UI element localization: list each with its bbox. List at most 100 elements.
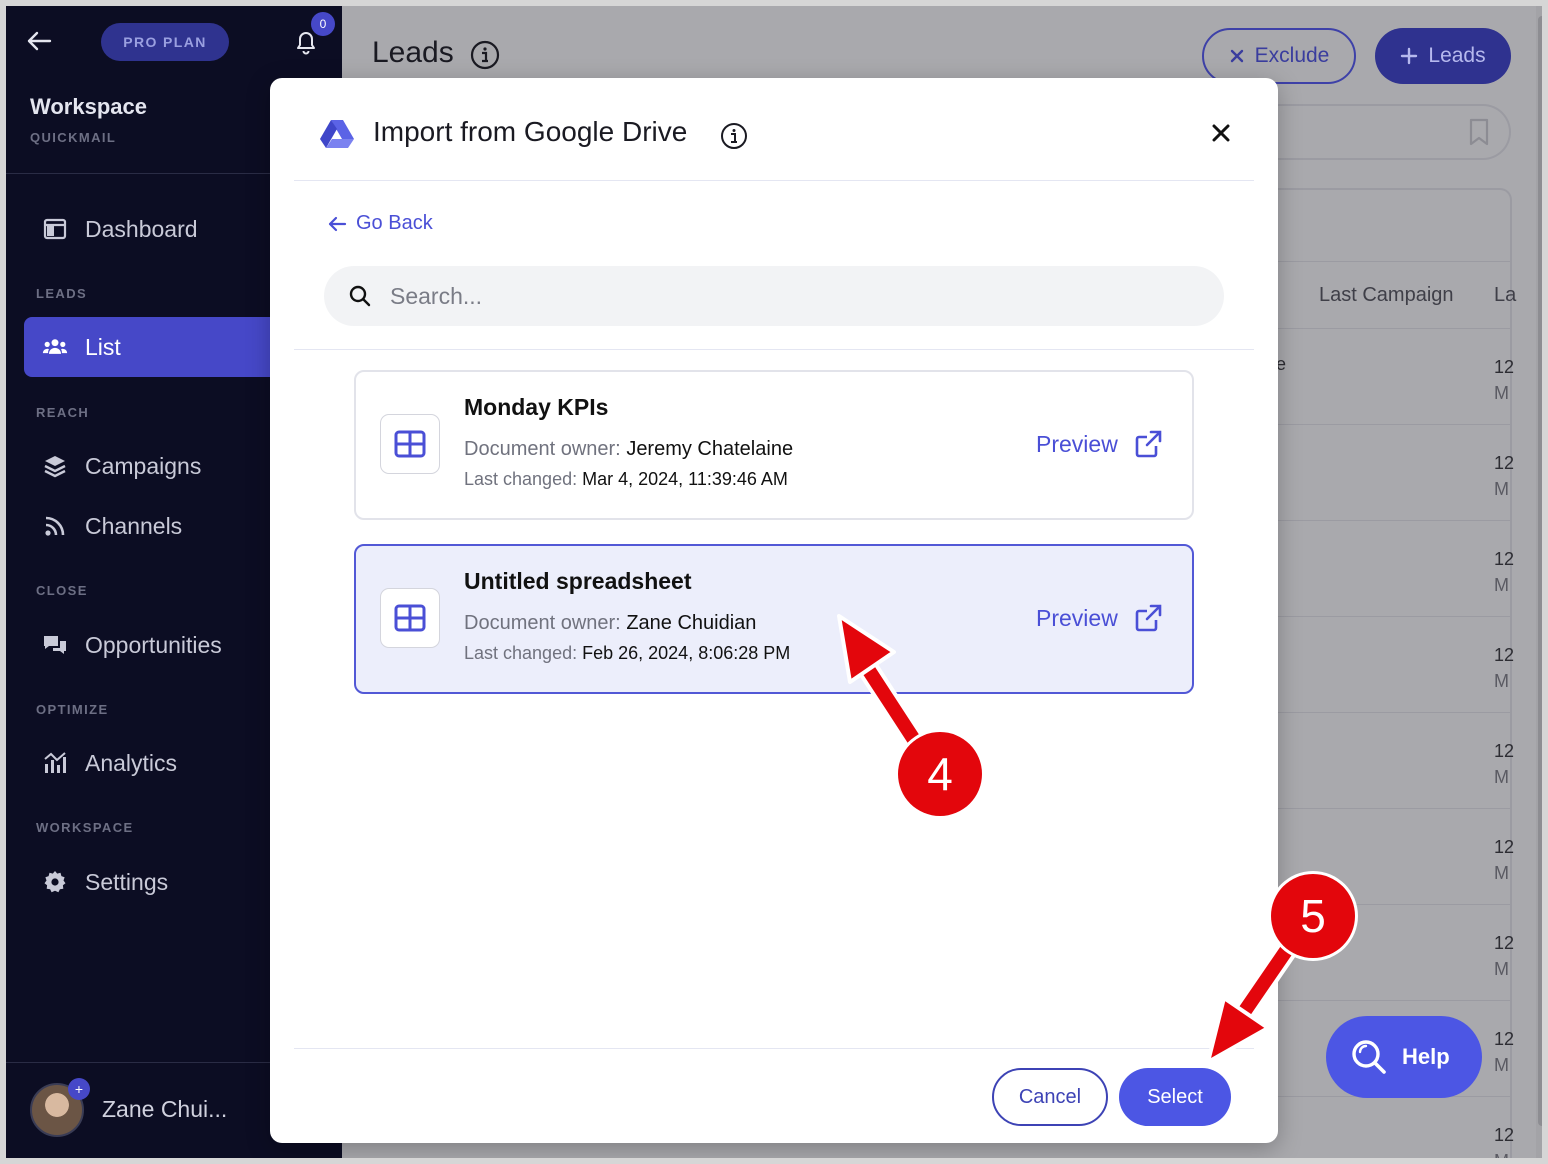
section-label-optimize: OPTIMIZE <box>36 702 109 717</box>
search-icon <box>349 285 371 307</box>
avatar-plus-badge[interactable]: + <box>68 1078 90 1100</box>
document-card-monday-kpis[interactable]: Monday KPIs Document owner: Jeremy Chate… <box>354 370 1194 520</box>
table-row[interactable]: 12 M <box>1494 1122 1514 1164</box>
list-divider <box>294 349 1254 350</box>
back-arrow-icon[interactable] <box>26 30 52 52</box>
info-icon[interactable] <box>470 40 500 70</box>
preview-link[interactable]: Preview <box>1036 604 1162 632</box>
cell-value: 12 <box>1494 549 1515 569</box>
layers-icon <box>44 456 66 478</box>
pro-plan-badge[interactable]: PRO PLAN <box>101 23 229 61</box>
document-last-changed: Last changed: Mar 4, 2024, 11:39:46 AM <box>464 469 788 490</box>
table-row[interactable]: 12 M <box>1494 834 1514 886</box>
table-row[interactable]: 12 M <box>1494 1026 1514 1078</box>
cell-sub: M <box>1494 959 1509 979</box>
add-leads-button-label: Leads <box>1428 44 1486 67</box>
row-divider <box>1276 616 1512 617</box>
row-divider <box>1276 424 1512 425</box>
row-divider <box>1276 808 1512 809</box>
modal-header-divider <box>294 180 1254 181</box>
chat-bubbles-icon <box>44 636 66 654</box>
changed-label: Last changed: <box>464 643 578 663</box>
help-button[interactable]: Help <box>1326 1016 1482 1098</box>
external-link-icon <box>1135 604 1162 632</box>
section-label-reach: REACH <box>36 405 90 420</box>
cell-value: 12 <box>1494 357 1515 377</box>
spreadsheet-icon <box>380 588 440 648</box>
analytics-icon <box>44 752 66 773</box>
workspace-name[interactable]: Workspace <box>30 94 147 120</box>
document-card-untitled-spreadsheet[interactable]: Untitled spreadsheet Document owner: Zan… <box>354 544 1194 694</box>
table-row[interactable]: 12 M <box>1494 930 1514 982</box>
select-button[interactable]: Select <box>1119 1068 1231 1126</box>
file-search-bar[interactable] <box>324 266 1224 326</box>
exclude-button[interactable]: Exclude <box>1202 28 1356 84</box>
arrow-left-icon <box>328 216 347 231</box>
user-name[interactable]: Zane Chui... <box>102 1096 227 1123</box>
cell-value: 12 <box>1494 453 1515 473</box>
annotation-step-5: 5 <box>1271 874 1355 958</box>
bell-icon[interactable] <box>294 30 318 56</box>
table-row[interactable]: 12 M <box>1494 450 1514 502</box>
search-input[interactable] <box>390 282 1190 310</box>
cell-sub: M <box>1494 863 1509 883</box>
notification-count-badge: 0 <box>311 12 335 36</box>
users-icon <box>42 339 68 354</box>
search-help-icon <box>1352 1040 1386 1074</box>
section-label-workspace: WORKSPACE <box>36 820 134 835</box>
info-icon[interactable] <box>720 122 748 150</box>
table-row[interactable]: 12 M <box>1494 546 1514 598</box>
x-icon <box>1230 49 1243 63</box>
page-title: Leads <box>372 36 454 69</box>
preview-label: Preview <box>1036 604 1118 631</box>
sidebar-item-label: Campaigns <box>85 452 202 479</box>
cell-sub: M <box>1494 1151 1509 1164</box>
cell-value: 12 <box>1494 837 1515 857</box>
document-owner: Document owner: Jeremy Chatelaine <box>464 438 793 461</box>
row-divider <box>1276 712 1512 713</box>
sidebar-item-label: Dashboard <box>85 215 198 242</box>
bookmark-icon[interactable] <box>1468 118 1490 146</box>
changed-label: Last changed: <box>464 469 578 489</box>
close-icon[interactable] <box>1210 122 1232 144</box>
cell-sub: M <box>1494 1055 1509 1075</box>
cell-value: 12 <box>1494 645 1515 665</box>
add-leads-button[interactable]: Leads <box>1375 28 1511 84</box>
modal-title: Import from Google Drive <box>373 116 688 147</box>
owner-label: Document owner: <box>464 438 621 460</box>
owner-value: Zane Chuidian <box>626 612 757 634</box>
rss-icon <box>45 516 65 536</box>
document-name: Monday KPIs <box>464 394 609 420</box>
table-row[interactable]: 12 M <box>1494 642 1514 694</box>
cell-value: 12 <box>1494 1029 1515 1049</box>
page-scrollbar-thumb[interactable] <box>1538 16 1542 1126</box>
row-divider <box>1276 520 1512 521</box>
workspace-subtitle: QUICKMAIL <box>30 130 117 145</box>
column-header-truncated[interactable]: La <box>1494 284 1516 307</box>
sidebar-item-label: List <box>85 333 121 360</box>
changed-value: Feb 26, 2024, 8:06:28 PM <box>582 643 791 663</box>
go-back-label: Go Back <box>356 212 433 234</box>
go-back-link[interactable]: Go Back <box>326 212 433 235</box>
owner-label: Document owner: <box>464 612 621 634</box>
gear-icon <box>44 871 66 893</box>
table-row[interactable]: 12 M <box>1494 354 1514 406</box>
table-row[interactable]: 12 M <box>1494 738 1514 790</box>
cancel-button[interactable]: Cancel <box>992 1068 1108 1126</box>
column-header-last-campaign[interactable]: Last Campaign <box>1319 284 1454 307</box>
changed-value: Mar 4, 2024, 11:39:46 AM <box>582 469 788 489</box>
sidebar-item-label: Opportunities <box>85 631 222 658</box>
section-label-leads: LEADS <box>36 286 88 301</box>
help-label: Help <box>1402 1044 1450 1069</box>
preview-label: Preview <box>1036 430 1118 457</box>
modal-footer-divider <box>294 1048 1254 1049</box>
owner-value: Jeremy Chatelaine <box>626 438 794 460</box>
cell-value: 12 <box>1494 741 1515 761</box>
google-drive-icon <box>320 120 354 148</box>
spreadsheet-icon <box>380 414 440 474</box>
document-name: Untitled spreadsheet <box>464 568 692 594</box>
cell-sub: M <box>1494 575 1509 595</box>
plus-icon <box>1401 47 1418 65</box>
external-link-icon <box>1135 430 1162 458</box>
preview-link[interactable]: Preview <box>1036 430 1162 458</box>
